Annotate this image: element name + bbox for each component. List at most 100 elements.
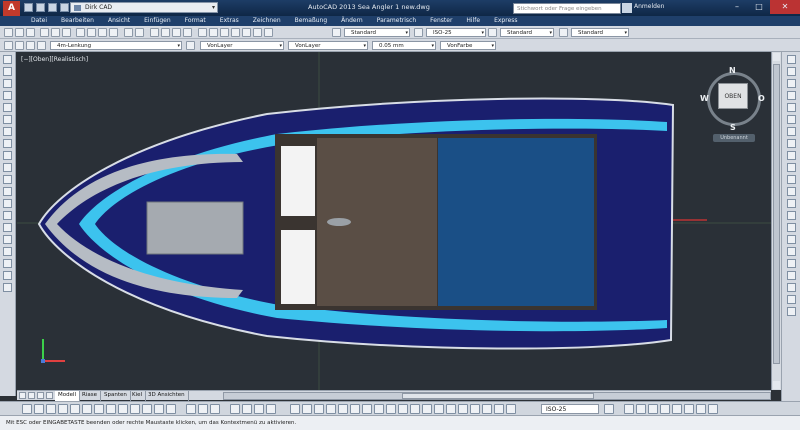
ellipse-arc-icon[interactable] (3, 175, 12, 184)
linetype-dropdown[interactable]: VonLayer (288, 41, 368, 50)
pan-status-icon[interactable] (230, 404, 240, 414)
inspection-icon[interactable] (458, 404, 468, 414)
open-icon[interactable] (15, 28, 24, 37)
light-bulb-icon[interactable] (15, 41, 24, 50)
dimension-jogged-icon[interactable] (350, 404, 360, 414)
quick-properties-icon[interactable] (154, 404, 164, 414)
last-tab-icon[interactable] (46, 392, 53, 399)
grid-icon[interactable] (34, 404, 44, 414)
annotation-scale-dropdown[interactable]: ISO-25 (541, 404, 599, 414)
auto-scale-icon[interactable] (636, 404, 646, 414)
layer-dropdown[interactable]: 4m-Lenkung (50, 41, 182, 50)
rectangle-icon[interactable] (3, 103, 12, 112)
tab-modell[interactable]: Modell (55, 391, 81, 401)
menu-zeichnen[interactable]: Zeichnen (253, 16, 281, 26)
text-style-icon[interactable] (332, 28, 341, 37)
tab-spanten[interactable]: Spanten (101, 391, 131, 401)
hscroll-thumb[interactable] (402, 393, 594, 399)
chamfer-icon[interactable] (786, 211, 796, 220)
tab-kiel[interactable]: Kiel (129, 391, 147, 401)
toolbar-lock-icon[interactable] (660, 404, 670, 414)
table-icon[interactable] (3, 259, 12, 268)
drawing-canvas[interactable] (17, 52, 771, 390)
rotate-icon[interactable] (786, 127, 796, 136)
arc-icon[interactable] (3, 115, 12, 124)
command-line[interactable]: Mit ESC oder EINGABETASTE beenden oder r… (0, 415, 800, 430)
properties-icon[interactable] (198, 28, 207, 37)
compass-west[interactable]: W (700, 94, 709, 103)
dimension-baseline-icon[interactable] (398, 404, 408, 414)
lineweight-icon[interactable] (130, 404, 140, 414)
offset-icon[interactable] (786, 91, 796, 100)
osnap-icon[interactable] (70, 404, 80, 414)
ducs-icon[interactable] (106, 404, 116, 414)
dimension-update-icon[interactable] (506, 404, 516, 414)
polyline-icon[interactable] (3, 79, 12, 88)
plotstyle-dropdown[interactable]: VonFarbe (440, 41, 496, 50)
selection-cycling-icon[interactable] (166, 404, 176, 414)
print-icon[interactable] (40, 28, 49, 37)
model-space-icon[interactable] (186, 404, 196, 414)
dim-style-dropdown[interactable]: ISO-25 (426, 28, 486, 37)
zoom-previous-icon[interactable] (183, 28, 192, 37)
menu-express[interactable]: Express (494, 16, 517, 26)
print-preview-icon[interactable] (51, 28, 60, 37)
compass-south[interactable]: S (730, 123, 736, 132)
login-button[interactable]: Anmelden (634, 3, 664, 10)
save-icon[interactable] (48, 3, 57, 12)
add-selected-icon[interactable] (3, 283, 12, 292)
dimension-radius-icon[interactable] (338, 404, 348, 414)
make-current-layer-icon[interactable] (186, 41, 195, 50)
fillet-3d-icon[interactable] (786, 295, 796, 304)
menu-parametrisch[interactable]: Parametrisch (377, 16, 416, 26)
array-icon[interactable] (786, 103, 796, 112)
first-tab-icon[interactable] (19, 392, 26, 399)
dimension-angular-icon[interactable] (374, 404, 384, 414)
scroll-down-icon[interactable] (773, 381, 780, 389)
tolerance-icon[interactable] (434, 404, 444, 414)
autocad-logo[interactable]: A (3, 1, 20, 16)
explode-icon[interactable] (786, 235, 796, 244)
close-icon[interactable]: ✕ (770, 0, 800, 14)
scroll-thumb[interactable] (773, 64, 780, 364)
table-style-dropdown[interactable]: Standard (500, 28, 554, 37)
dimension-arc-icon[interactable] (314, 404, 324, 414)
status-menu-icon[interactable] (696, 404, 706, 414)
make-block-icon[interactable] (3, 199, 12, 208)
menu-hilfe[interactable]: Hilfe (466, 16, 480, 26)
dimension-ordinate-icon[interactable] (326, 404, 336, 414)
showmotion-icon[interactable] (266, 404, 276, 414)
xline-icon[interactable] (3, 67, 12, 76)
steeringwheel-icon[interactable] (254, 404, 264, 414)
spline-icon[interactable] (3, 151, 12, 160)
match-properties-icon[interactable] (109, 28, 118, 37)
markup-icon[interactable] (242, 28, 251, 37)
undo-icon[interactable] (124, 28, 133, 37)
dimension-space-icon[interactable] (422, 404, 432, 414)
viewcube[interactable]: OBEN N S O W (700, 66, 770, 136)
sheet-set-icon[interactable] (231, 28, 240, 37)
new-icon[interactable] (4, 28, 13, 37)
horizontal-scrollbar[interactable] (223, 392, 771, 400)
center-mark-icon[interactable] (446, 404, 456, 414)
lineweight-dropdown[interactable]: 0.05 mm (372, 41, 436, 50)
blend-icon[interactable] (786, 271, 796, 280)
paste-icon[interactable] (98, 28, 107, 37)
revcloud-icon[interactable] (3, 139, 12, 148)
menu-datei[interactable]: Datei (31, 16, 47, 26)
new-file-icon[interactable] (24, 3, 33, 12)
color-dropdown[interactable]: VonLayer (200, 41, 284, 50)
jogged-linear-icon[interactable] (470, 404, 480, 414)
quick-view-drawings-icon[interactable] (210, 404, 220, 414)
otrack-icon[interactable] (94, 404, 104, 414)
menu-format[interactable]: Format (185, 16, 206, 26)
open-file-icon[interactable] (36, 3, 45, 12)
line-icon[interactable] (3, 55, 12, 64)
minimize-icon[interactable]: – (726, 0, 748, 14)
multileader-style-icon[interactable] (559, 28, 568, 37)
edit-spline-icon[interactable] (786, 283, 796, 292)
pan-icon[interactable] (150, 28, 159, 37)
gradient-icon[interactable] (3, 235, 12, 244)
zoom-status-icon[interactable] (242, 404, 252, 414)
dyn-icon[interactable] (118, 404, 128, 414)
